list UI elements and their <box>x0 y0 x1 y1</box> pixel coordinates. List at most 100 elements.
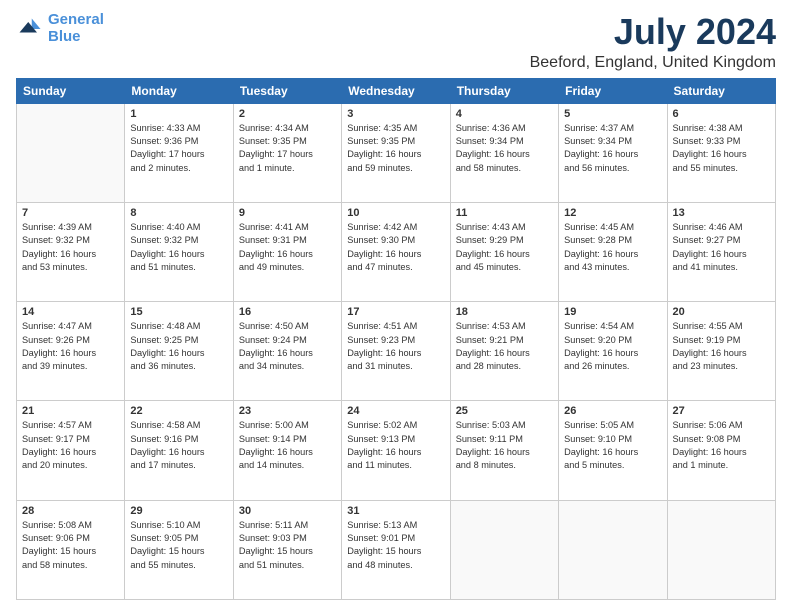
day-info: Sunrise: 4:33 AMSunset: 9:36 PMDaylight:… <box>130 122 227 175</box>
day-number: 20 <box>673 306 770 318</box>
calendar-cell: 1 Sunrise: 4:33 AMSunset: 9:36 PMDaylight… <box>125 103 233 202</box>
day-info: Sunrise: 4:35 AMSunset: 9:35 PMDaylight:… <box>347 122 444 175</box>
calendar-cell: 16 Sunrise: 4:50 AMSunset: 9:24 PMDayligh… <box>233 302 341 401</box>
subtitle: Beeford, England, United Kingdom <box>530 54 776 72</box>
calendar-cell: 13Sunrise: 4:46 AMSunset: 9:27 PMDayligh… <box>667 202 775 301</box>
calendar-cell: 9 Sunrise: 4:41 AMSunset: 9:31 PMDaylight… <box>233 202 341 301</box>
day-info: Sunrise: 4:40 AMSunset: 9:32 PMDaylight:… <box>130 221 227 274</box>
col-wednesday: Wednesday <box>342 78 450 103</box>
col-friday: Friday <box>559 78 667 103</box>
calendar-header-row: Sunday Monday Tuesday Wednesday Thursday… <box>17 78 776 103</box>
calendar-week-row: 7 Sunrise: 4:39 AMSunset: 9:32 PMDaylight… <box>17 202 776 301</box>
day-info: Sunrise: 4:39 AMSunset: 9:32 PMDaylight:… <box>22 221 119 274</box>
calendar-cell: 23Sunrise: 5:00 AMSunset: 9:14 PMDayligh… <box>233 401 341 500</box>
main-title: July 2024 <box>530 12 776 52</box>
logo-text: General Blue <box>48 12 104 45</box>
logo-line1: General <box>48 11 104 28</box>
calendar-week-row: 28 Sunrise: 5:08 AMSunset: 9:06 PMDayligh… <box>17 500 776 599</box>
calendar-cell: 3 Sunrise: 4:35 AMSunset: 9:35 PMDaylight… <box>342 103 450 202</box>
calendar-cell: 2 Sunrise: 4:34 AMSunset: 9:35 PMDaylight… <box>233 103 341 202</box>
day-info: Sunrise: 4:58 AMSunset: 9:16 PMDaylight:… <box>130 419 227 472</box>
day-number: 26 <box>564 405 661 417</box>
day-number: 15 <box>130 306 227 318</box>
day-info: Sunrise: 4:54 AMSunset: 9:20 PMDaylight:… <box>564 320 661 373</box>
col-sunday: Sunday <box>17 78 125 103</box>
day-number: 11 <box>456 207 553 219</box>
calendar-cell: 10 Sunrise: 4:42 AMSunset: 9:30 PMDayligh… <box>342 202 450 301</box>
day-info: Sunrise: 5:11 AMSunset: 9:03 PMDaylight:… <box>239 519 336 572</box>
calendar-cell: 22 Sunrise: 4:58 AMSunset: 9:16 PMDayligh… <box>125 401 233 500</box>
day-number: 16 <box>239 306 336 318</box>
col-monday: Monday <box>125 78 233 103</box>
calendar-cell <box>559 500 667 599</box>
calendar-table: Sunday Monday Tuesday Wednesday Thursday… <box>16 78 776 600</box>
calendar-cell: 12Sunrise: 4:45 AMSunset: 9:28 PMDayligh… <box>559 202 667 301</box>
day-number: 12 <box>564 207 661 219</box>
calendar-cell: 26Sunrise: 5:05 AMSunset: 9:10 PMDayligh… <box>559 401 667 500</box>
day-info: Sunrise: 4:41 AMSunset: 9:31 PMDaylight:… <box>239 221 336 274</box>
day-info: Sunrise: 4:47 AMSunset: 9:26 PMDaylight:… <box>22 320 119 373</box>
day-info: Sunrise: 5:13 AMSunset: 9:01 PMDaylight:… <box>347 519 444 572</box>
day-number: 2 <box>239 108 336 120</box>
calendar-cell: 27Sunrise: 5:06 AMSunset: 9:08 PMDayligh… <box>667 401 775 500</box>
day-info: Sunrise: 4:36 AMSunset: 9:34 PMDaylight:… <box>456 122 553 175</box>
day-number: 17 <box>347 306 444 318</box>
calendar-cell: 28 Sunrise: 5:08 AMSunset: 9:06 PMDayligh… <box>17 500 125 599</box>
logo-line2: Blue <box>48 28 81 45</box>
day-info: Sunrise: 5:03 AMSunset: 9:11 PMDaylight:… <box>456 419 553 472</box>
day-number: 7 <box>22 207 119 219</box>
calendar-cell: 11Sunrise: 4:43 AMSunset: 9:29 PMDayligh… <box>450 202 558 301</box>
header: General Blue July 2024 Beeford, England,… <box>16 12 776 72</box>
day-info: Sunrise: 5:08 AMSunset: 9:06 PMDaylight:… <box>22 519 119 572</box>
day-number: 29 <box>130 505 227 517</box>
day-info: Sunrise: 4:34 AMSunset: 9:35 PMDaylight:… <box>239 122 336 175</box>
calendar-cell: 30Sunrise: 5:11 AMSunset: 9:03 PMDayligh… <box>233 500 341 599</box>
day-number: 21 <box>22 405 119 417</box>
calendar-cell: 5Sunrise: 4:37 AMSunset: 9:34 PMDaylight… <box>559 103 667 202</box>
day-info: Sunrise: 5:06 AMSunset: 9:08 PMDaylight:… <box>673 419 770 472</box>
day-info: Sunrise: 4:51 AMSunset: 9:23 PMDaylight:… <box>347 320 444 373</box>
title-block: July 2024 Beeford, England, United Kingd… <box>530 12 776 72</box>
day-number: 25 <box>456 405 553 417</box>
col-tuesday: Tuesday <box>233 78 341 103</box>
day-number: 19 <box>564 306 661 318</box>
calendar-cell: 8 Sunrise: 4:40 AMSunset: 9:32 PMDaylight… <box>125 202 233 301</box>
day-number: 1 <box>130 108 227 120</box>
day-number: 18 <box>456 306 553 318</box>
calendar-cell <box>17 103 125 202</box>
day-info: Sunrise: 4:53 AMSunset: 9:21 PMDaylight:… <box>456 320 553 373</box>
calendar-cell <box>450 500 558 599</box>
calendar-cell: 17 Sunrise: 4:51 AMSunset: 9:23 PMDayligh… <box>342 302 450 401</box>
day-number: 10 <box>347 207 444 219</box>
calendar-cell: 18 Sunrise: 4:53 AMSunset: 9:21 PMDayligh… <box>450 302 558 401</box>
calendar-cell: 29 Sunrise: 5:10 AMSunset: 9:05 PMDayligh… <box>125 500 233 599</box>
day-info: Sunrise: 4:57 AMSunset: 9:17 PMDaylight:… <box>22 419 119 472</box>
day-number: 3 <box>347 108 444 120</box>
day-info: Sunrise: 4:46 AMSunset: 9:27 PMDaylight:… <box>673 221 770 274</box>
day-number: 6 <box>673 108 770 120</box>
day-number: 8 <box>130 207 227 219</box>
calendar-body: 1 Sunrise: 4:33 AMSunset: 9:36 PMDaylight… <box>17 103 776 599</box>
calendar-cell: 21 Sunrise: 4:57 AMSunset: 9:17 PMDayligh… <box>17 401 125 500</box>
calendar-cell: 4Sunrise: 4:36 AMSunset: 9:34 PMDaylight… <box>450 103 558 202</box>
calendar-cell: 15Sunrise: 4:48 AMSunset: 9:25 PMDayligh… <box>125 302 233 401</box>
day-number: 28 <box>22 505 119 517</box>
calendar-week-row: 1 Sunrise: 4:33 AMSunset: 9:36 PMDaylight… <box>17 103 776 202</box>
calendar-cell: 19 Sunrise: 4:54 AMSunset: 9:20 PMDayligh… <box>559 302 667 401</box>
calendar-cell: 7 Sunrise: 4:39 AMSunset: 9:32 PMDaylight… <box>17 202 125 301</box>
day-info: Sunrise: 4:42 AMSunset: 9:30 PMDaylight:… <box>347 221 444 274</box>
calendar-cell: 20Sunrise: 4:55 AMSunset: 9:19 PMDayligh… <box>667 302 775 401</box>
day-info: Sunrise: 4:50 AMSunset: 9:24 PMDaylight:… <box>239 320 336 373</box>
day-info: Sunrise: 5:10 AMSunset: 9:05 PMDaylight:… <box>130 519 227 572</box>
day-info: Sunrise: 4:38 AMSunset: 9:33 PMDaylight:… <box>673 122 770 175</box>
calendar-cell: 24Sunrise: 5:02 AMSunset: 9:13 PMDayligh… <box>342 401 450 500</box>
col-saturday: Saturday <box>667 78 775 103</box>
calendar-week-row: 14Sunrise: 4:47 AMSunset: 9:26 PMDayligh… <box>17 302 776 401</box>
day-number: 22 <box>130 405 227 417</box>
day-info: Sunrise: 4:37 AMSunset: 9:34 PMDaylight:… <box>564 122 661 175</box>
day-number: 9 <box>239 207 336 219</box>
calendar-cell: 31 Sunrise: 5:13 AMSunset: 9:01 PMDayligh… <box>342 500 450 599</box>
calendar-cell <box>667 500 775 599</box>
day-number: 31 <box>347 505 444 517</box>
day-number: 24 <box>347 405 444 417</box>
